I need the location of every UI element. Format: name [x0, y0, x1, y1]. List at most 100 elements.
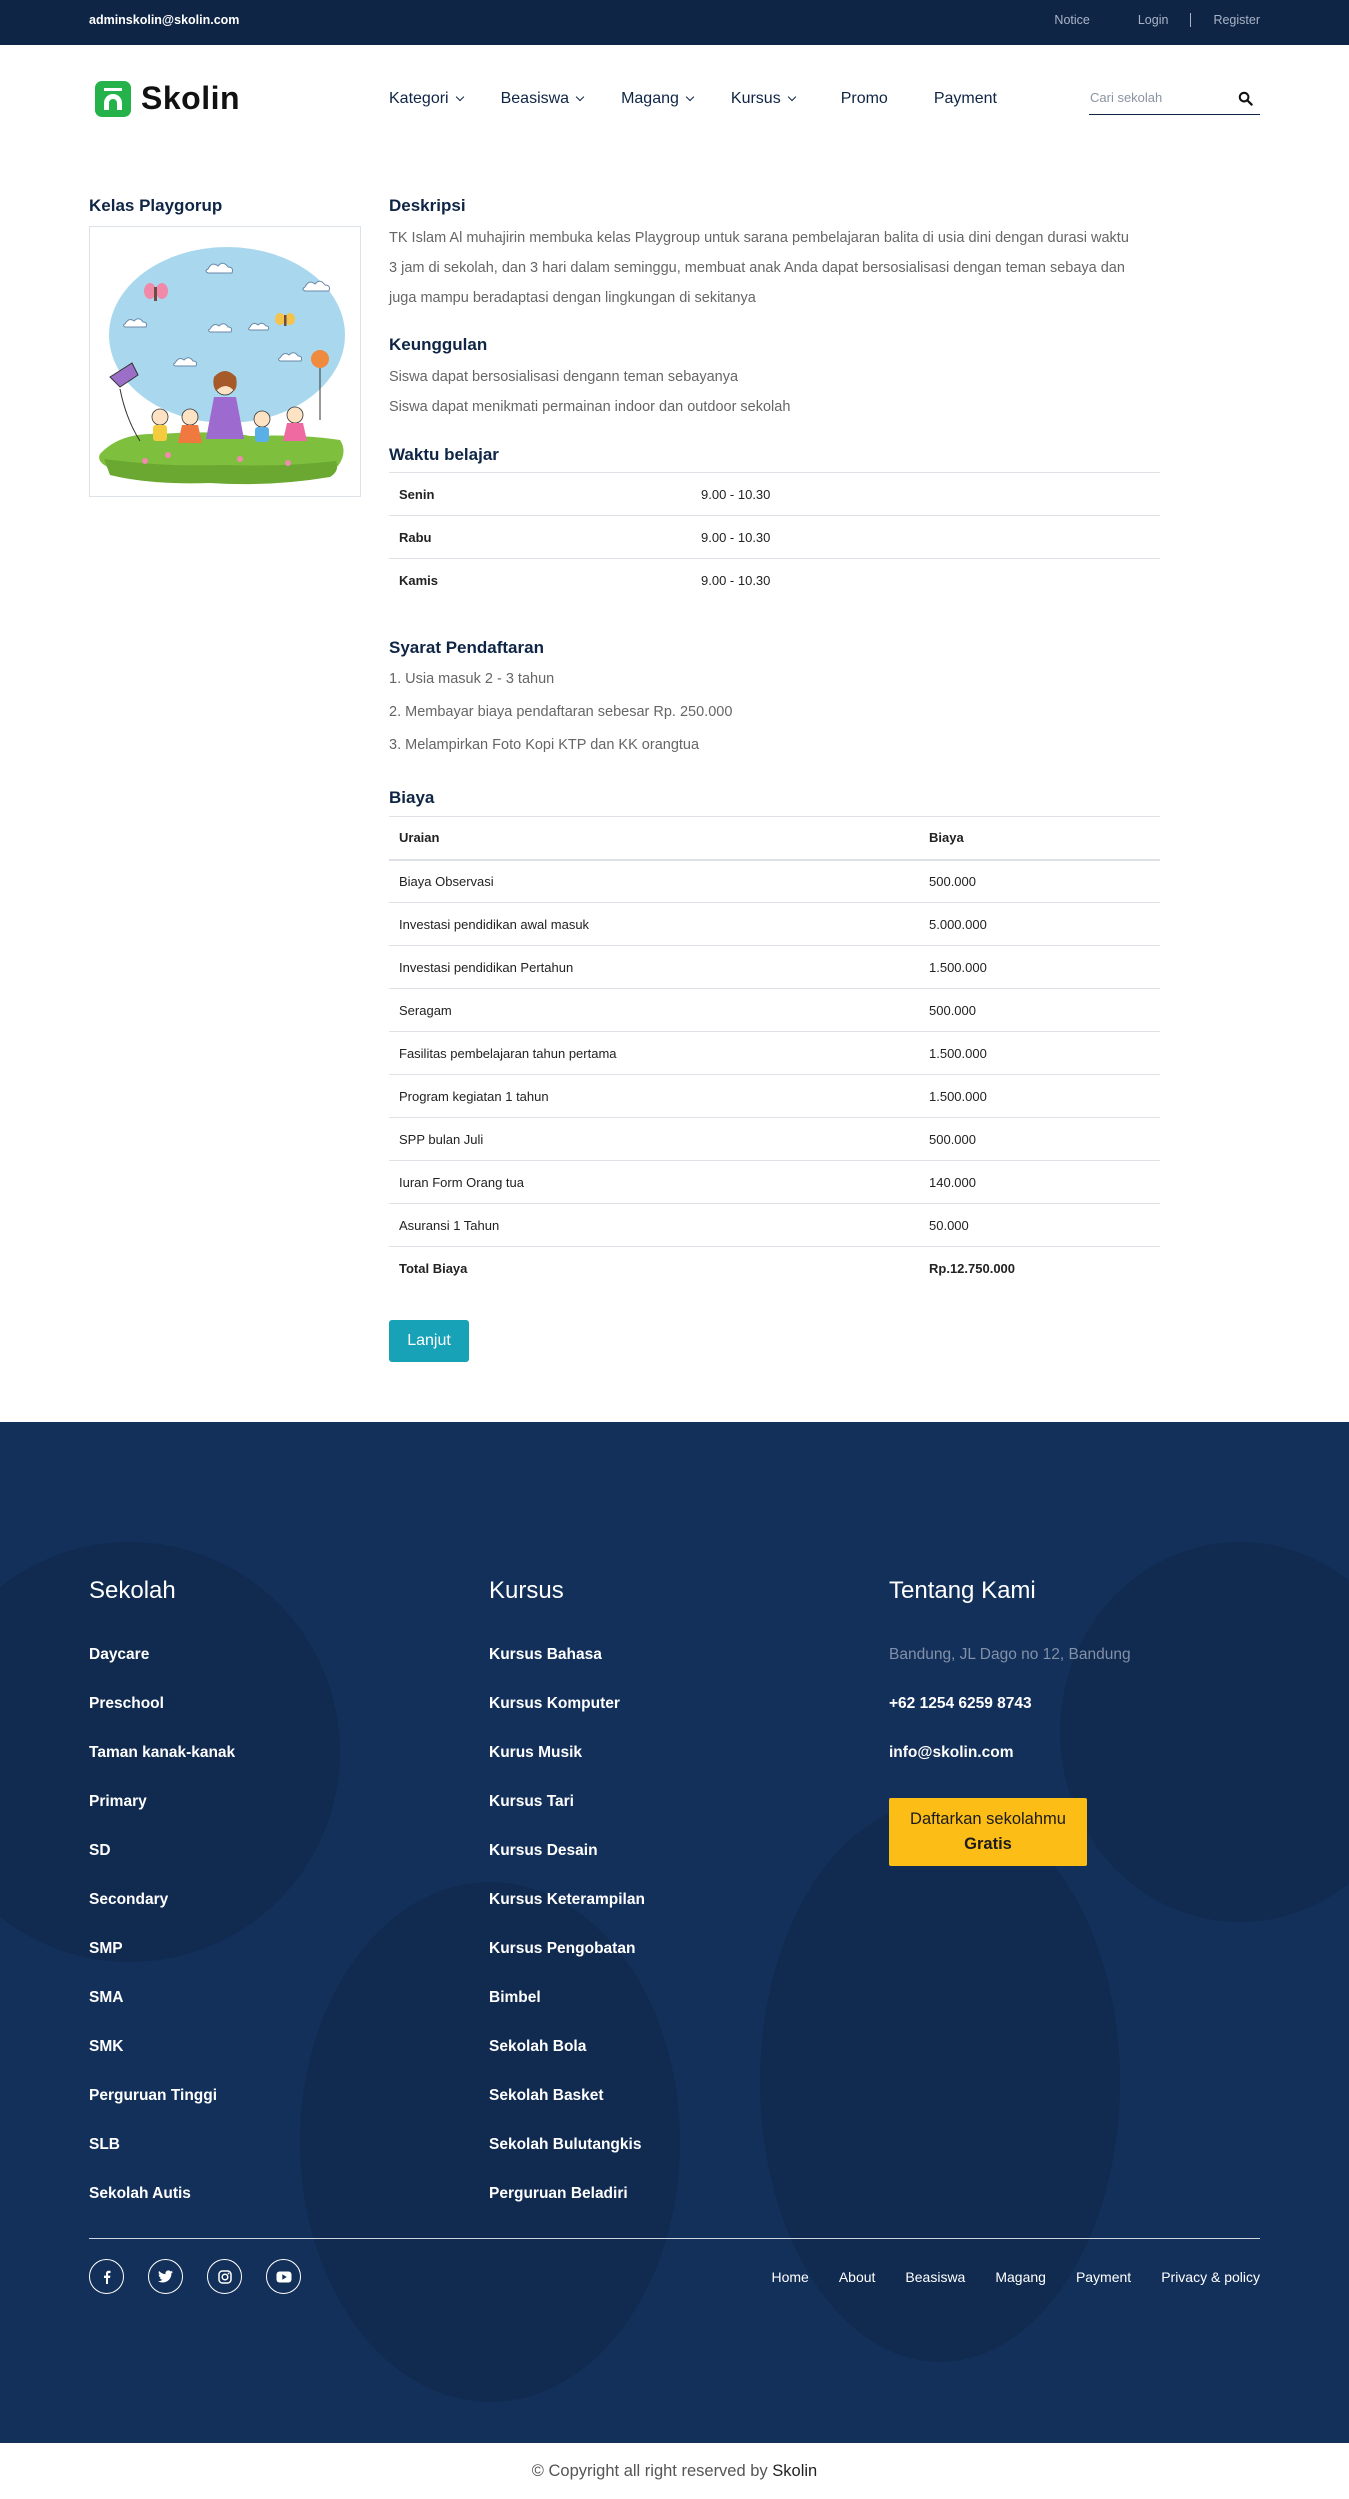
- table-row: Senin 9.00 - 10.30: [389, 472, 1160, 516]
- syarat-item: 1. Usia masuk 2 - 3 tahun: [389, 671, 555, 687]
- nav-item-promo[interactable]: Promo: [841, 90, 888, 108]
- footer-nav-payment[interactable]: Payment: [1076, 2269, 1131, 2285]
- facebook-icon[interactable]: [89, 2259, 124, 2294]
- table-row: Iuran Form Orang tua 140.000: [389, 1160, 1160, 1204]
- fee-item: SPP bulan Juli: [389, 1117, 919, 1161]
- cta-line: Daftarkan sekolahmu: [910, 1810, 1066, 1828]
- section-title-syarat: Syarat Pendaftaran: [389, 638, 544, 657]
- header: Skolin Kategori Beasiswa Magang Kursus P…: [0, 45, 1349, 155]
- class-image-card: [89, 226, 361, 497]
- footer-link[interactable]: Secondary: [89, 1892, 235, 1941]
- class-title: Kelas Playgorup: [89, 196, 223, 215]
- footer-divider: [89, 2238, 1260, 2239]
- footer-nav-privacy[interactable]: Privacy & policy: [1161, 2269, 1260, 2285]
- fee-item: Program kegiatan 1 tahun: [389, 1074, 919, 1118]
- nav-label: Beasiswa: [500, 90, 570, 107]
- table-row: Investasi pendidikan Pertahun 1.500.000: [389, 945, 1160, 989]
- footer-link[interactable]: Kursus Tari: [489, 1794, 645, 1843]
- notice-link[interactable]: Notice: [1054, 13, 1089, 27]
- footer-heading: Sekolah: [89, 1577, 176, 1604]
- table-row: Asuransi 1 Tahun 50.000: [389, 1203, 1160, 1247]
- footer-link[interactable]: Kursus Komputer: [489, 1696, 645, 1745]
- schedule-time: 9.00 - 10.30: [691, 558, 1160, 602]
- nav-item-magang[interactable]: Magang: [621, 90, 695, 108]
- deskripsi-text: TK Islam Al muhajirin membuka kelas Play…: [389, 230, 1129, 306]
- top-email: adminskolin@skolin.com: [89, 13, 240, 27]
- footer-email[interactable]: info@skolin.com: [889, 1745, 1131, 1794]
- nav-item-kursus[interactable]: Kursus: [731, 90, 796, 108]
- footer-phone[interactable]: +62 1254 6259 8743: [889, 1696, 1131, 1745]
- playgroup-illustration: [99, 247, 345, 485]
- total-label: Total Biaya: [389, 1246, 919, 1290]
- footer-link[interactable]: Kursus Desain: [489, 1843, 645, 1892]
- table-row: Fasilitas pembelajaran tahun pertama 1.50…: [389, 1031, 1160, 1075]
- footer-nav-home[interactable]: Home: [771, 2269, 808, 2285]
- table-row: Investasi pendidikan awal masuk 5.000.000: [389, 902, 1160, 946]
- chevron-down-icon: [787, 92, 796, 102]
- fee-amount: 500.000: [919, 988, 1160, 1032]
- logo-text: Skolin: [141, 80, 241, 116]
- chevron-down-icon: [455, 92, 464, 102]
- register-school-button[interactable]: Daftarkan sekolahmu Gratis: [889, 1798, 1087, 1866]
- footer-link[interactable]: SD: [89, 1843, 235, 1892]
- table-header-row: Uraian Biaya: [389, 816, 1160, 861]
- footer: Sekolah Daycare Preschool Taman kanak-ka…: [0, 1422, 1349, 2443]
- logo[interactable]: Skolin: [95, 80, 240, 117]
- footer-link[interactable]: Perguruan Beladiri: [489, 2186, 645, 2235]
- total-amount: Rp.12.750.000: [919, 1246, 1160, 1290]
- keunggulan-item: Siswa dapat menikmati permainan indoor d…: [389, 399, 791, 415]
- lanjut-button[interactable]: Lanjut: [389, 1320, 469, 1362]
- footer-link[interactable]: Kurus Musik: [489, 1745, 645, 1794]
- fee-item: Iuran Form Orang tua: [389, 1160, 919, 1204]
- footer-nav-about[interactable]: About: [839, 2269, 876, 2285]
- chevron-down-icon: [575, 92, 585, 102]
- footer-link[interactable]: Sekolah Bulutangkis: [489, 2137, 645, 2186]
- register-link[interactable]: Register: [1213, 13, 1260, 27]
- search-icon[interactable]: [1238, 91, 1253, 106]
- cta-line: Gratis: [964, 1835, 1012, 1853]
- syarat-item: 2. Membayar biaya pendaftaran sebesar Rp…: [389, 704, 733, 720]
- search-input[interactable]: [1090, 90, 1230, 105]
- twitter-icon[interactable]: [148, 2259, 183, 2294]
- footer-link[interactable]: SMK: [89, 2039, 235, 2088]
- footer-nav-magang[interactable]: Magang: [995, 2269, 1046, 2285]
- total-row: Total Biaya Rp.12.750.000: [389, 1246, 1160, 1290]
- fee-amount: 500.000: [919, 1117, 1160, 1161]
- chevron-down-icon: [685, 92, 695, 102]
- copyright-brand: Skolin: [772, 2462, 818, 2480]
- footer-link[interactable]: Primary: [89, 1794, 235, 1843]
- section-title-keunggulan: Keunggulan: [389, 335, 488, 354]
- youtube-icon[interactable]: [266, 2259, 301, 2294]
- nav-label: Magang: [621, 90, 679, 107]
- nav-item-payment[interactable]: Payment: [934, 90, 997, 108]
- footer-link[interactable]: Taman kanak-kanak: [89, 1745, 235, 1794]
- fee-amount: 140.000: [919, 1160, 1160, 1204]
- schedule-day: Senin: [389, 472, 691, 516]
- instagram-icon[interactable]: [207, 2259, 242, 2294]
- nav-label: Kategori: [389, 90, 449, 107]
- footer-link[interactable]: Kursus Bahasa: [489, 1647, 645, 1696]
- footer-link[interactable]: Perguruan Tinggi: [89, 2088, 235, 2137]
- footer-link[interactable]: SLB: [89, 2137, 235, 2186]
- footer-nav-beasiswa[interactable]: Beasiswa: [905, 2269, 965, 2285]
- footer-link[interactable]: Sekolah Basket: [489, 2088, 645, 2137]
- footer-link[interactable]: Sekolah Bola: [489, 2039, 645, 2088]
- footer-link[interactable]: Sekolah Autis: [89, 2186, 235, 2235]
- schedule-time: 9.00 - 10.30: [691, 515, 1160, 559]
- footer-link[interactable]: SMA: [89, 1990, 235, 2039]
- schedule-day: Kamis: [389, 558, 691, 602]
- footer-link[interactable]: Daycare: [89, 1647, 235, 1696]
- footer-link[interactable]: Kursus Keterampilan: [489, 1892, 645, 1941]
- nav-label: Payment: [933, 90, 997, 107]
- footer-link[interactable]: Preschool: [89, 1696, 235, 1745]
- nav-item-kategori[interactable]: Kategori: [389, 90, 464, 108]
- fee-item: Biaya Observasi: [389, 859, 919, 903]
- nav-label: Promo: [840, 90, 888, 107]
- footer-link[interactable]: Kursus Pengobatan: [489, 1941, 645, 1990]
- footer-link[interactable]: SMP: [89, 1941, 235, 1990]
- fee-item: Seragam: [389, 988, 919, 1032]
- nav-item-beasiswa[interactable]: Beasiswa: [500, 90, 585, 108]
- login-link[interactable]: Login: [1138, 13, 1169, 27]
- syarat-item: 3. Melampirkan Foto Kopi KTP dan KK oran…: [389, 737, 700, 753]
- footer-link[interactable]: Bimbel: [489, 1990, 645, 2039]
